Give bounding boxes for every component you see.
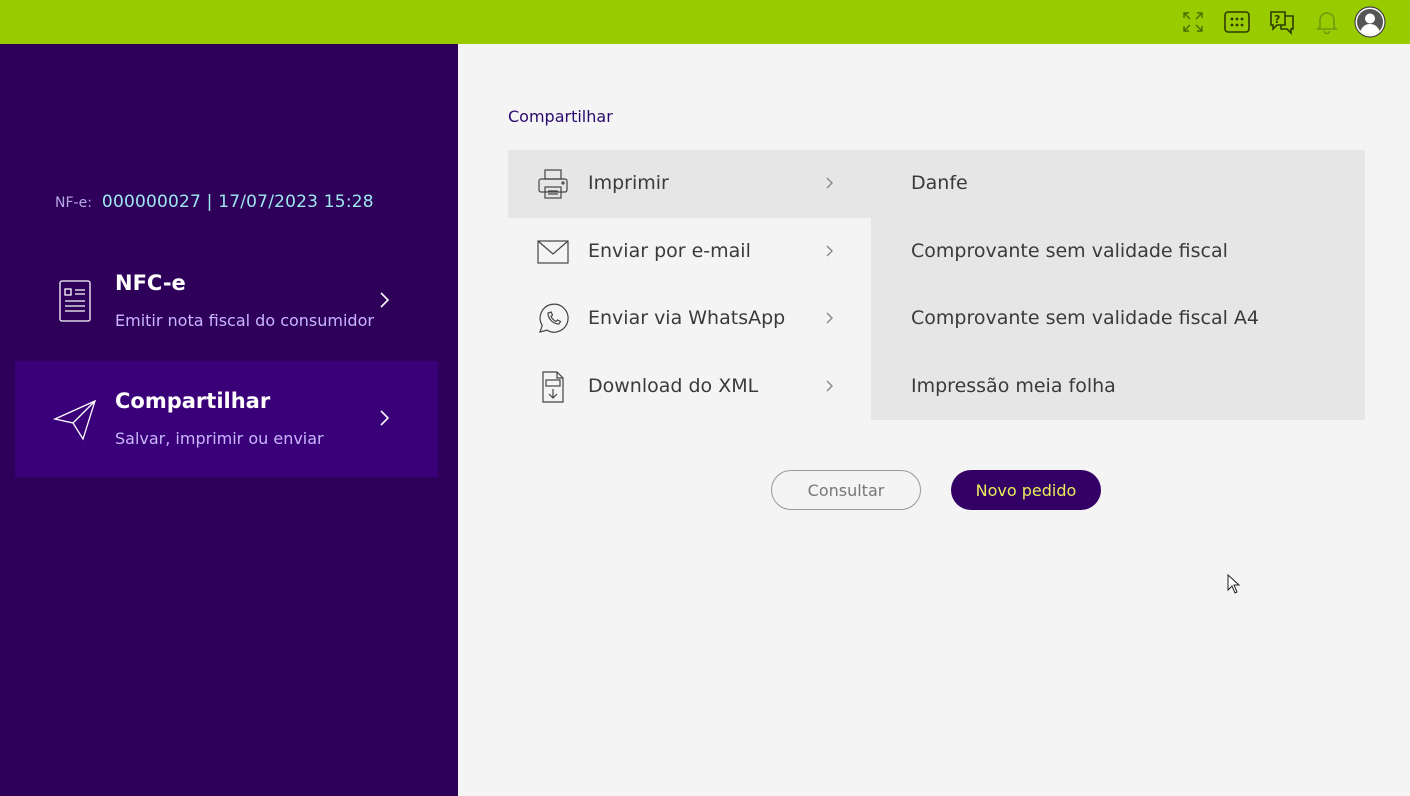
bell-icon[interactable] — [1309, 4, 1345, 40]
xml-download-icon — [542, 371, 564, 403]
menu-item-label: Imprimir — [588, 172, 669, 194]
printer-icon — [538, 169, 568, 199]
consultar-button[interactable]: Consultar — [771, 470, 921, 510]
menu-item-label: Enviar via WhatsApp — [588, 307, 786, 329]
svg-text:?: ? — [1274, 13, 1280, 26]
sidebar-item-compartilhar[interactable]: Compartilhar Salvar, imprimir ou enviar — [15, 361, 438, 477]
expand-icon[interactable] — [1175, 4, 1211, 40]
chevron-right-icon — [380, 292, 390, 308]
help-chat-icon[interactable]: ? — [1264, 4, 1300, 40]
user-avatar-icon[interactable] — [1352, 4, 1388, 40]
nfe-value: 000000027 | 17/07/2023 15:28 — [101, 192, 374, 212]
novo-pedido-button[interactable]: Novo pedido — [951, 470, 1101, 510]
menu-item-email[interactable]: Enviar por e-mail — [508, 218, 871, 286]
chevron-right-icon — [826, 312, 833, 324]
whatsapp-icon — [539, 303, 569, 333]
send-icon — [53, 399, 97, 441]
chevron-right-icon — [380, 410, 390, 426]
menu-item-whatsapp[interactable]: Enviar via WhatsApp — [508, 285, 871, 353]
chevron-right-icon — [826, 177, 833, 189]
menu-item-xml[interactable]: Download do XML — [508, 353, 871, 421]
sidebar: NF-e: 000000027 | 17/07/2023 15:28 NFC-e… — [0, 44, 458, 796]
mail-icon — [537, 240, 569, 264]
sidebar-item-nfce[interactable]: NFC-e Emitir nota fiscal do consumidor — [15, 243, 438, 359]
apps-grid-icon[interactable] — [1219, 4, 1255, 40]
share-menu: Imprimir Enviar por e-mail Enviar via Wh… — [508, 150, 1365, 420]
print-option-danfe[interactable]: Danfe — [911, 172, 968, 194]
mouse-cursor-icon — [1227, 574, 1241, 594]
nfe-info: NF-e: 000000027 | 17/07/2023 15:28 — [55, 192, 374, 212]
menu-item-label: Enviar por e-mail — [588, 240, 751, 262]
chevron-right-icon — [826, 245, 833, 257]
sidebar-item-subtitle: Salvar, imprimir ou enviar — [115, 429, 324, 448]
sidebar-item-title: Compartilhar — [115, 389, 271, 413]
nfe-label: NF-e: — [55, 195, 92, 211]
print-option-comprovante-a4[interactable]: Comprovante sem validade fiscal A4 — [911, 307, 1259, 329]
chevron-right-icon — [826, 380, 833, 392]
page-title: Compartilhar — [508, 107, 613, 126]
sidebar-item-title: NFC-e — [115, 271, 186, 295]
sidebar-item-subtitle: Emitir nota fiscal do consumidor — [115, 311, 374, 330]
menu-item-label: Download do XML — [588, 375, 759, 397]
print-option-comprovante[interactable]: Comprovante sem validade fiscal — [911, 240, 1228, 262]
document-icon — [59, 280, 91, 322]
top-bar: ? — [0, 0, 1410, 44]
menu-item-imprimir[interactable]: Imprimir — [508, 150, 871, 218]
print-option-meia-folha[interactable]: Impressão meia folha — [911, 375, 1116, 397]
